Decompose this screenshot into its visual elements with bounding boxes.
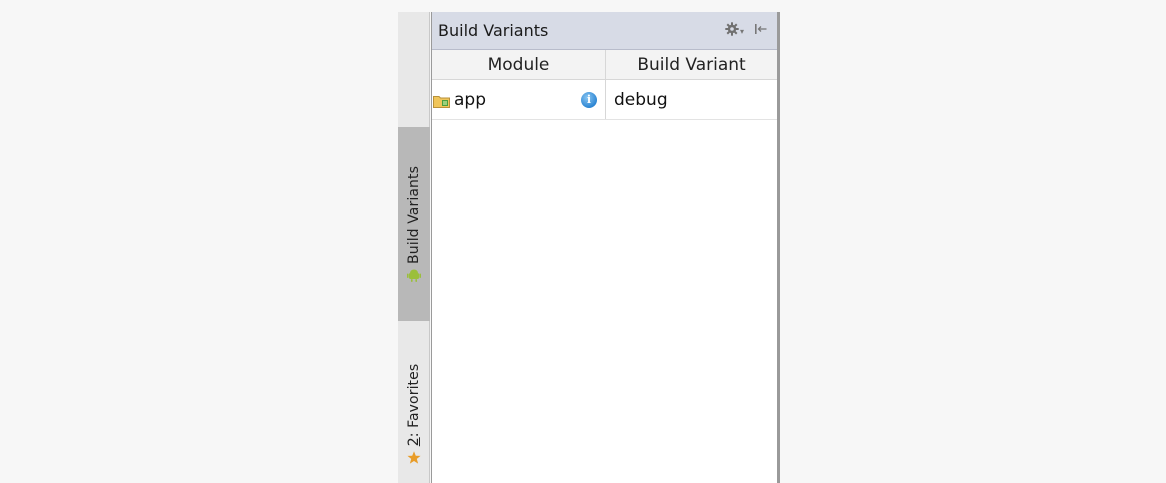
table-header-row: Module Build Variant: [432, 50, 777, 80]
table-row[interactable]: app i debug: [432, 79, 777, 120]
header-actions: ▾: [725, 21, 767, 40]
build-variant-cell[interactable]: debug: [605, 79, 777, 120]
panel-title: Build Variants: [438, 21, 549, 40]
column-header-module[interactable]: Module: [432, 50, 606, 80]
panel-header: Build Variants ▾: [432, 12, 777, 50]
build-variants-table: Module Build Variant app i debug: [432, 50, 777, 120]
favorites-label-rest: : Favorites: [406, 363, 422, 438]
tool-tab-favorites[interactable]: 2: Favorites: [398, 345, 430, 483]
tool-window-strip: Build Variants 2: Favorites: [398, 12, 430, 483]
tool-tab-build-variants-inner: Build Variants: [406, 166, 422, 282]
build-variants-panel: Build Variants ▾ Module Build Variant ap…: [431, 12, 780, 483]
info-icon[interactable]: i: [581, 91, 597, 108]
tool-tab-build-variants-label: Build Variants: [406, 166, 422, 264]
column-header-build-variant[interactable]: Build Variant: [605, 50, 777, 80]
settings-button[interactable]: ▾: [725, 21, 744, 40]
tool-tab-build-variants[interactable]: Build Variants: [398, 127, 430, 321]
module-name-group: app: [433, 90, 486, 110]
hide-panel-button[interactable]: [754, 23, 767, 38]
favorites-mnemonic: 2: [406, 437, 422, 447]
hide-panel-icon: [754, 23, 767, 39]
module-cell: app i: [432, 79, 606, 120]
android-icon: [407, 268, 421, 282]
module-name: app: [454, 89, 486, 110]
chevron-down-icon: ▾: [739, 27, 744, 36]
tool-tab-favorites-label: 2: Favorites: [406, 364, 422, 447]
module-cell-content: app i: [433, 90, 605, 110]
gear-icon: [725, 21, 739, 40]
star-icon: [407, 450, 421, 464]
tool-tab-favorites-inner: 2: Favorites: [406, 364, 422, 465]
module-folder-icon: [433, 93, 450, 108]
